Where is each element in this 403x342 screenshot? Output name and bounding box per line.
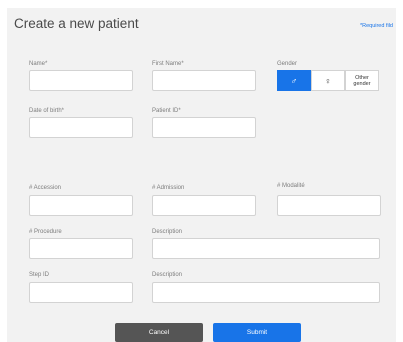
dob-label: Date of birth* [29,108,65,114]
description-field[interactable] [152,238,380,259]
female-icon: ♀ [324,75,332,86]
step-id-label: Step ID [29,272,50,278]
description-label: Description [152,229,183,235]
cancel-button[interactable]: Cancel [115,323,203,342]
patient-id-label: Patient ID* [152,108,181,114]
patient-id-field[interactable] [152,117,256,138]
required-field-note: *Required fild [359,23,393,29]
accession-field[interactable] [29,195,133,216]
name-field[interactable] [29,70,133,91]
modalite-field[interactable] [277,195,381,216]
gender-label: Gender [277,61,298,67]
first-name-field[interactable] [152,70,256,91]
admission-label: # Admission [152,185,185,191]
male-icon: ♂ [290,75,298,86]
form-title: Create a new patient [14,16,139,31]
step-description-label: Description [152,272,183,278]
accession-label: # Accession [29,185,62,191]
modalite-label: # Modalité [277,183,305,189]
gender-other-option[interactable]: Other gender [345,70,379,91]
gender-female-option[interactable]: ♀ [311,70,345,91]
step-description-field[interactable] [152,282,380,303]
step-id-field[interactable] [29,282,133,303]
gender-other-label: Other gender [353,74,371,87]
procedure-field[interactable] [29,238,133,259]
name-label: Name* [29,61,48,67]
first-name-label: First Name* [152,61,184,67]
gender-male-option[interactable]: ♂ [277,70,311,91]
submit-button[interactable]: Submit [213,323,301,342]
dob-field[interactable] [29,117,133,138]
procedure-label: # Procedure [29,229,62,235]
admission-field[interactable] [152,195,256,216]
